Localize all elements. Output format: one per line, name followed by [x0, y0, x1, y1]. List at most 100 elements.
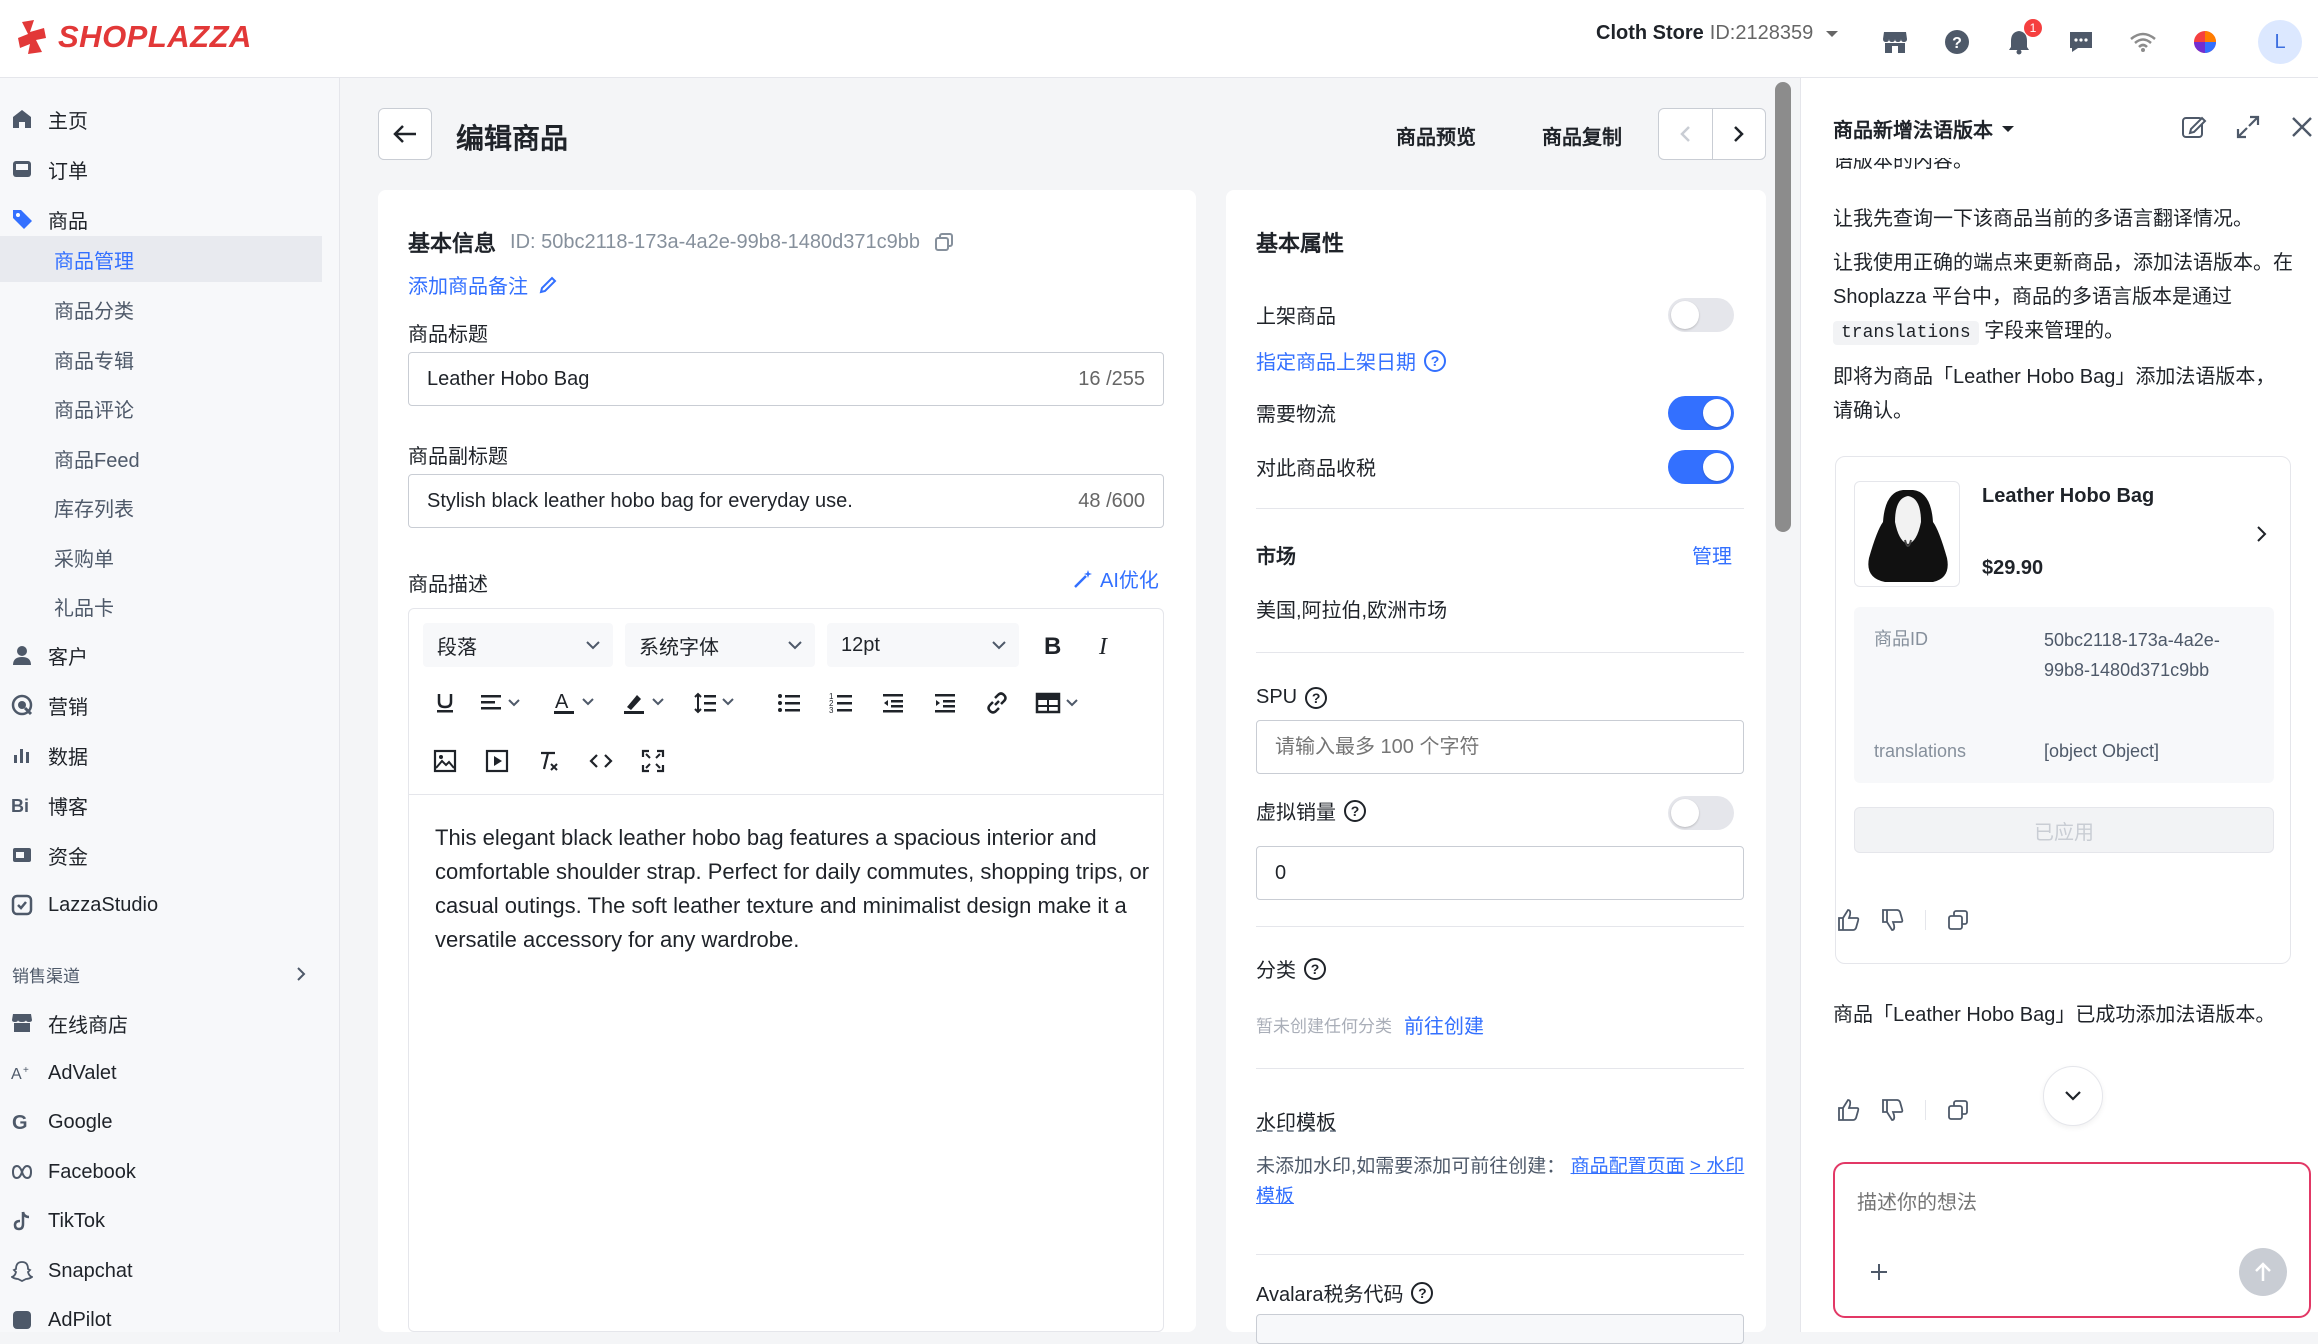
channel-tiktok[interactable]: TikTok	[0, 1198, 340, 1244]
colorwheel-icon[interactable]	[2190, 27, 2220, 57]
text-color-icon[interactable]: A	[551, 687, 607, 719]
copy-icon[interactable]	[934, 232, 954, 252]
description-content[interactable]: This elegant black leather hobo bag feat…	[435, 821, 1155, 957]
align-icon[interactable]	[477, 687, 533, 719]
schedule-link[interactable]: 指定商品上架日期 ?	[1256, 346, 1446, 375]
add-note-link[interactable]: 添加商品备注	[408, 270, 558, 299]
category-create-link[interactable]: 前往创建	[1404, 1010, 1484, 1039]
bold-icon[interactable]: B	[1037, 629, 1069, 661]
wifi-icon[interactable]	[2128, 27, 2158, 57]
product-copy-button[interactable]: 商品复制	[1542, 121, 1622, 150]
bell-icon[interactable]: 1	[2004, 19, 2042, 57]
sidebar-item-orders[interactable]: 订单	[0, 146, 340, 192]
table-icon[interactable]	[1033, 687, 1089, 719]
plus-icon[interactable]	[1869, 1262, 1889, 1282]
store-icon[interactable]	[1880, 27, 1910, 57]
channel-google[interactable]: G Google	[0, 1099, 340, 1145]
prev-product-button[interactable]	[1659, 109, 1713, 159]
sidebar-sub-product-management[interactable]: 商品管理	[0, 236, 322, 282]
help-icon[interactable]: ?	[1942, 27, 1972, 57]
indent-icon[interactable]	[929, 687, 961, 719]
image-icon[interactable]	[429, 745, 461, 777]
panel-title-dropdown[interactable]: 商品新增法语版本	[1833, 114, 2015, 143]
avalara-input[interactable]	[1256, 1314, 1744, 1344]
highlight-icon[interactable]	[621, 687, 677, 719]
ai-optimize-button[interactable]: AI优化	[1072, 564, 1159, 593]
code-icon[interactable]	[585, 745, 617, 777]
sidebar-item-customers[interactable]: 客户	[0, 632, 340, 678]
sidebar-item-lazzastudio[interactable]: LazzaStudio	[0, 882, 340, 928]
send-button[interactable]	[2239, 1248, 2287, 1296]
chevron-right-icon[interactable]	[2254, 523, 2270, 545]
italic-icon[interactable]: I	[1089, 629, 1121, 661]
virtual-sales-switch[interactable]	[1668, 796, 1734, 830]
sidebar-sub-product-collection[interactable]: 商品专辑	[0, 336, 322, 382]
font-family-select[interactable]: 系统字体	[625, 623, 815, 667]
copy-icon[interactable]	[1946, 1098, 1970, 1122]
sidebar-item-blog[interactable]: Bi 博客	[0, 782, 340, 828]
sidebar-sub-product-category[interactable]: 商品分类	[0, 286, 322, 332]
thumbs-down-icon[interactable]	[1881, 908, 1905, 932]
expand-icon[interactable]	[2235, 114, 2261, 140]
chat-input-box[interactable]	[1833, 1162, 2311, 1318]
virtual-sales-input[interactable]: 0	[1256, 846, 1744, 900]
chat-input[interactable]	[1857, 1186, 2277, 1226]
scroll-down-button[interactable]	[2043, 1066, 2103, 1126]
link-icon[interactable]	[981, 687, 1013, 719]
sidebar-item-home[interactable]: 主页	[0, 96, 340, 142]
line-height-icon[interactable]	[691, 687, 747, 719]
sidebar-sub-purchase-order[interactable]: 采购单	[0, 534, 322, 580]
sidebar-sub-gift-card[interactable]: 礼品卡	[0, 583, 322, 629]
font-size-select[interactable]: 12pt	[827, 623, 1019, 667]
video-icon[interactable]	[481, 745, 513, 777]
channel-facebook[interactable]: Facebook	[0, 1149, 340, 1195]
avatar[interactable]: L	[2258, 20, 2302, 64]
category-label-row: 分类 ?	[1256, 954, 1326, 983]
product-preview-button[interactable]: 商品预览	[1396, 121, 1476, 150]
spu-input[interactable]	[1256, 720, 1744, 774]
main-scrollbar[interactable]	[1774, 82, 1792, 532]
sidebar-sub-product-reviews[interactable]: 商品评论	[0, 385, 322, 431]
applied-button[interactable]: 已应用	[1854, 807, 2274, 853]
paragraph-select[interactable]: 段落	[423, 623, 613, 667]
store-switcher[interactable]: Cloth Store ID:2128359	[1596, 22, 1845, 45]
back-button[interactable]	[378, 108, 432, 160]
channel-snapchat[interactable]: Snapchat	[0, 1248, 340, 1294]
sidebar-item-funds[interactable]: 资金	[0, 832, 340, 878]
copy-icon[interactable]	[1946, 908, 1970, 932]
market-manage-link[interactable]: 管理	[1692, 540, 1732, 569]
shoplazza-logo[interactable]: SHOPLAZZA	[16, 18, 252, 56]
clear-format-icon[interactable]	[533, 745, 565, 777]
channel-adpilot[interactable]: AdPilot	[0, 1297, 340, 1343]
sidebar-sub-product-feed[interactable]: 商品Feed	[0, 435, 322, 481]
sidebar-item-data[interactable]: 数据	[0, 732, 340, 778]
outdent-icon[interactable]	[877, 687, 909, 719]
new-chat-icon[interactable]	[2181, 114, 2207, 140]
product-title-input[interactable]: Leather Hobo Bag 16 /255	[408, 352, 1164, 406]
sidebar-item-marketing[interactable]: 营销	[0, 682, 340, 728]
fullscreen-icon[interactable]	[637, 745, 669, 777]
chat-icon[interactable]	[2066, 27, 2096, 57]
channel-advalet[interactable]: A + AdValet	[0, 1050, 340, 1096]
numbered-list-icon[interactable]: 123	[825, 687, 857, 719]
bullet-list-icon[interactable]	[773, 687, 805, 719]
close-icon[interactable]	[2289, 114, 2315, 140]
product-image[interactable]	[1854, 481, 1960, 587]
description-editor[interactable]: 段落 系统字体 12pt B I A 123 This elegant blac…	[408, 608, 1164, 1332]
product-subtitle-input[interactable]: Stylish black leather hobo bag for every…	[408, 474, 1164, 528]
channel-online-store[interactable]: 在线商店	[0, 1000, 340, 1046]
sidebar-sub-inventory[interactable]: 库存列表	[0, 484, 322, 530]
thumbs-up-icon[interactable]	[1837, 908, 1861, 932]
underline-icon[interactable]	[429, 687, 461, 719]
shipping-switch[interactable]	[1668, 396, 1734, 430]
ai-message-2-tail: 字段来管理的。	[1984, 320, 2125, 342]
sidebar-sub-label: 库存列表	[54, 498, 134, 521]
on-shelf-switch[interactable]	[1668, 298, 1734, 332]
thumbs-down-icon[interactable]	[1881, 1098, 1905, 1122]
tax-switch[interactable]	[1668, 450, 1734, 484]
advalet-icon: A +	[10, 1061, 34, 1085]
next-product-button[interactable]	[1713, 109, 1766, 159]
chevron-right-icon[interactable]	[292, 964, 310, 984]
thumbs-up-icon[interactable]	[1837, 1098, 1861, 1122]
watermark-config-link[interactable]: 商品配置页面	[1571, 1156, 1685, 1177]
